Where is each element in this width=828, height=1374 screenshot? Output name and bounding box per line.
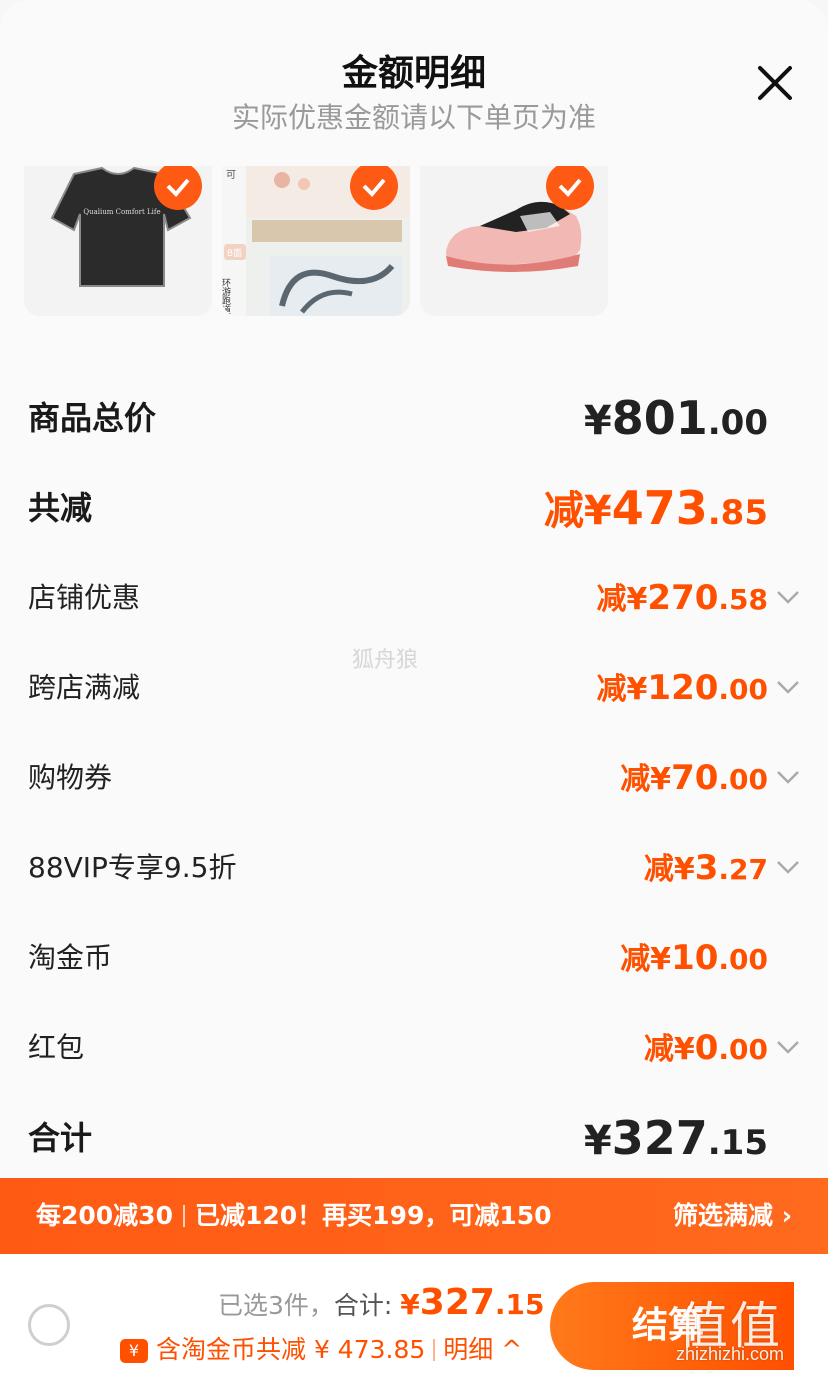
discount-amount: 减¥120.00 [596, 668, 768, 708]
total-discount-row: 共减 减¥473.85 [28, 478, 800, 538]
sheet-subtitle: 实际优惠金额请以下单页为准 [231, 101, 596, 134]
chevron-down-icon[interactable] [776, 858, 800, 876]
total-discount-amount: 减¥473.85 [543, 481, 768, 535]
playmat-label-1: 可 [226, 170, 236, 181]
selection-summary: 已选3件，合计: ¥327.15 [218, 1282, 545, 1323]
promo-bar: 每200减30 已减120！再买199，可减150 筛选满减 › [0, 1178, 828, 1254]
promo-divider [182, 1205, 185, 1227]
discount-label: 88VIP专享9.5折 [28, 851, 237, 884]
filter-discount-button[interactable]: 筛选满减 › [673, 1178, 792, 1254]
discount-row-coupon[interactable]: 购物券 减¥70.00 [28, 748, 800, 808]
playmat-label-3: 环游跑道 [222, 278, 231, 315]
tshirt-print-text: Qualium Comfort Life [83, 208, 160, 216]
discount-amount: 减¥3.27 [643, 848, 768, 888]
discount-label: 跨店满减 [28, 671, 141, 704]
final-total-row: 合计 ¥327.15 [28, 1108, 800, 1168]
coin-discount-line: ¥ 含淘金币共减 ¥ 473.85 明细 ^ [120, 1330, 522, 1366]
product-thumbnail-playmat[interactable]: 可 B面 环游跑道 [222, 166, 410, 316]
selected-check-icon [154, 166, 202, 210]
discount-row-red-packet[interactable]: 红包 减¥0.00 [28, 1018, 800, 1078]
discount-label: 购物券 [28, 761, 113, 794]
checkout-total: ¥327.15 [400, 1282, 545, 1323]
discount-row-88vip[interactable]: 88VIP专享9.5折 减¥3.27 [28, 838, 800, 898]
product-thumbnail-tshirt[interactable]: Qualium Comfort Life [24, 166, 212, 316]
total-discount-label: 共减 [28, 489, 93, 527]
discount-label: 店铺优惠 [28, 581, 141, 614]
site-url: zhizhizhi.com [676, 1344, 785, 1364]
final-total-label: 合计 [28, 1119, 93, 1157]
chevron-down-icon[interactable] [776, 588, 800, 606]
promo-progress: 已减120！再买199，可减150 [194, 1201, 552, 1230]
promo-text: 每200减30 已减120！再买199，可减150 [36, 1178, 552, 1254]
chevron-down-icon[interactable] [776, 1038, 800, 1056]
selected-count: 已选3件， [218, 1291, 334, 1320]
selected-check-icon [350, 166, 398, 210]
selected-check-icon [546, 166, 594, 210]
discount-row-store[interactable]: 店铺优惠 减¥270.58 [28, 568, 800, 628]
coin-divider [433, 1339, 436, 1361]
amount-detail-sheet: 金额明细 实际优惠金额请以下单页为准 Qualium Comfort Life [0, 0, 828, 1374]
product-thumbnails: Qualium Comfort Life 可 B面 环游跑道 [24, 166, 804, 318]
goods-total-amount: ¥801.00 [583, 391, 768, 445]
goods-total-row: 商品总价 ¥801.00 [28, 388, 800, 448]
site-watermark: 值值值 zhizhizhi.com [674, 1286, 828, 1374]
discount-amount: 减¥270.58 [596, 578, 768, 618]
total-label: 合计: [333, 1291, 401, 1320]
product-thumbnail-sneaker[interactable] [420, 166, 608, 316]
sheet-title: 金额明细 [341, 53, 486, 94]
select-all-radio[interactable] [28, 1304, 70, 1346]
discount-row-taojinbi: 淘金币 减¥10.00 [28, 928, 800, 988]
discount-label: 红包 [28, 1031, 85, 1064]
watermark-text: 狐舟狼 [352, 648, 419, 673]
discount-amount: 减¥10.00 [620, 938, 768, 978]
coin-discount-text: 含淘金币共减 ¥ 473.85 [156, 1335, 426, 1364]
detail-toggle[interactable]: 明细 ^ [443, 1335, 522, 1364]
final-total-amount: ¥327.15 [583, 1111, 768, 1165]
chevron-down-icon[interactable] [776, 768, 800, 786]
discount-amount: 减¥0.00 [643, 1028, 768, 1068]
goods-total-label: 商品总价 [28, 399, 157, 437]
discount-amount: 减¥70.00 [620, 758, 768, 798]
discount-label: 淘金币 [28, 941, 113, 974]
promo-rule: 每200减30 [36, 1201, 173, 1230]
close-icon[interactable] [754, 62, 796, 104]
playmat-label-2: B面 [227, 248, 242, 259]
chevron-down-icon[interactable] [776, 678, 800, 696]
coin-icon: ¥ [120, 1339, 148, 1363]
